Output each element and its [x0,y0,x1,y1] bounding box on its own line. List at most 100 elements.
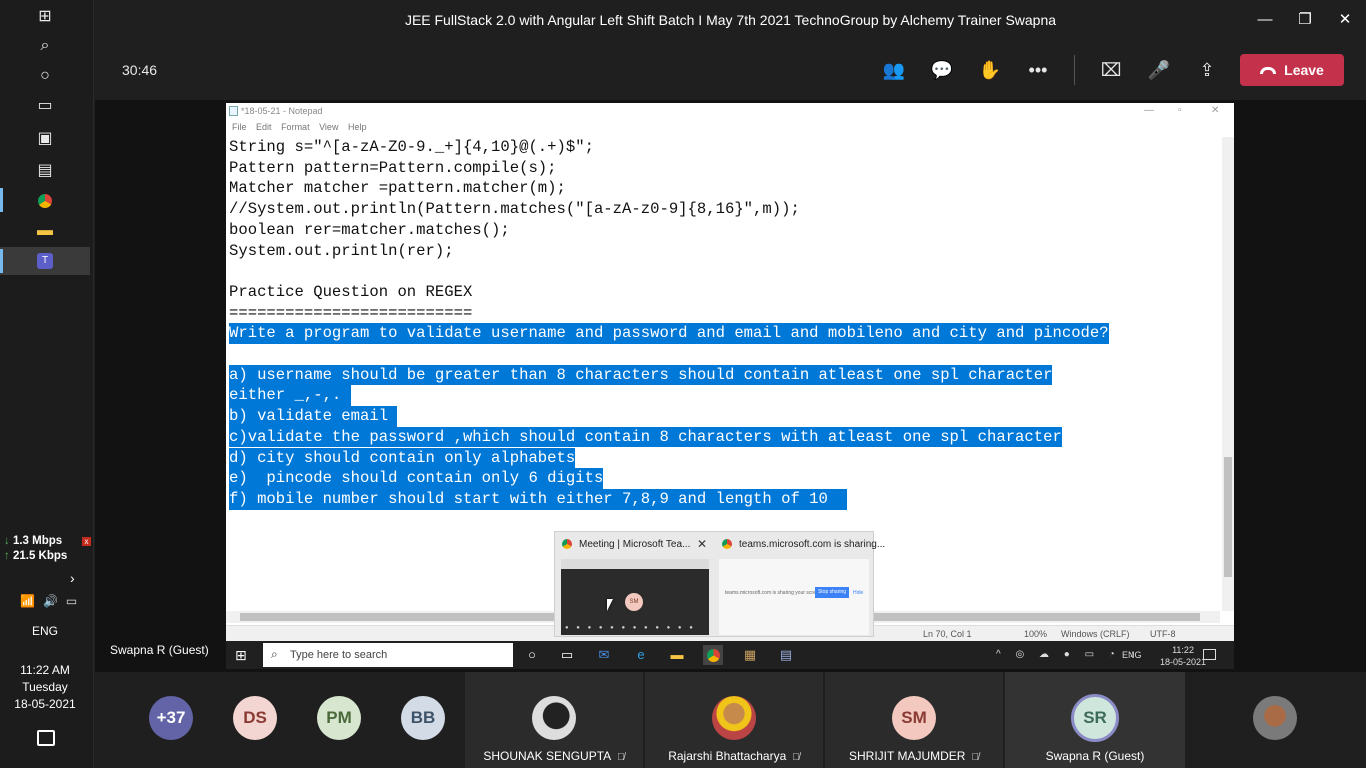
menu-format[interactable]: Format [281,122,310,132]
close-icon[interactable]: x [82,537,91,546]
notification-icon[interactable] [37,730,55,746]
name-text: SHOUNAK SENGUPTA [483,749,612,763]
close-icon[interactable]: ✕ [1211,105,1219,116]
cursor-position: Ln 70, Col 1 [923,629,972,639]
close-icon[interactable]: ✕ [1335,10,1355,30]
participant-tile[interactable]: SR Swapna R (Guest) [1005,672,1185,768]
maximize-icon[interactable]: ▫ [1178,105,1182,116]
search-icon[interactable]: ⌕ [30,33,60,59]
participant-avatar[interactable]: PM [317,696,361,740]
task-view-icon[interactable]: ▭ [30,92,60,118]
windows-start-icon[interactable]: ⊞ [30,3,60,29]
code-line: d) city should contain only alphabets [229,447,576,469]
active-indicator [0,188,3,212]
leave-button[interactable]: Leave [1240,54,1344,86]
toolbar-divider [1074,55,1075,85]
cortana-icon[interactable]: ○ [30,63,60,89]
code-line: b) validate email [229,406,398,427]
chrome-icon[interactable] [30,188,60,214]
camera-app-icon[interactable]: ▣ [30,125,60,151]
phone-hangup-icon [1260,66,1277,74]
window-title-bar: JEE FullStack 2.0 with Angular Left Shif… [95,0,1366,40]
file-explorer-icon[interactable]: ▬ [667,645,687,665]
avatar-initials: +37 [156,708,186,727]
clock-day: Tuesday [22,680,68,694]
system-clock[interactable]: 11:22 18-05-2021 [1160,644,1206,668]
camera-off-icon[interactable]: ⌧ [1098,58,1124,82]
participant-name: Rajarshi Bhattacharya 🎙̸ [645,749,823,763]
windows-start-icon[interactable]: ⊞ [235,647,247,664]
mic-off-icon: 🎙̸ [971,752,979,763]
menu-help[interactable]: Help [348,122,367,132]
sharing-text: teams.microsoft.com is sharing your scre… [725,590,823,596]
chrome-icon[interactable] [703,645,723,665]
system-tray-icons[interactable]: 📶🔊▭ [20,594,85,608]
overflow-participants-avatar[interactable]: +37 [149,696,193,740]
avatar-initials: SM [901,708,927,727]
avatar-initials: BB [410,708,436,727]
system-tray-icons[interactable]: ^ ◎ ☁ ● ▭ ◔ ♪ [996,649,1141,660]
language-indicator[interactable]: ENG [1122,650,1142,660]
code-line: String s="^[a-zA-Z0-9._+]{4,10}@(.+)$"; [229,138,594,156]
edge-icon[interactable]: e [631,645,651,665]
name-text: SHRIJIT MAJUMDER [849,749,966,763]
cortana-icon[interactable]: ○ [522,645,542,665]
participants-icon[interactable]: 👥 [881,58,907,82]
preview-thumbnail-meeting[interactable]: SM ● ● ● ● ● ● ● ● ● ● ● ● [561,559,709,635]
code-line: either _,-,. [229,385,351,407]
share-screen-icon[interactable]: ⇪ [1194,58,1220,82]
notepad-menu-bar: File Edit Format View Help [232,122,373,136]
mouse-cursor [607,599,613,611]
photos-app-icon[interactable]: ▤ [30,157,60,183]
mic-off-icon: 🎙̸ [617,752,625,763]
notepad-icon[interactable]: ▤ [776,645,796,665]
search-icon: ⌕ [271,647,278,661]
preview-window-meeting[interactable]: Meeting | Microsoft Tea... [555,532,715,556]
stop-sharing-button[interactable]: Stop sharing [815,587,849,598]
more-options-icon[interactable]: ••• [1025,58,1051,82]
participant-avatar[interactable]: DS [233,696,277,740]
participant-avatar[interactable]: BB [401,696,445,740]
preview-window-sharing[interactable]: teams.microsoft.com is sharing... [715,532,885,556]
app-icon[interactable]: ▦ [740,645,760,665]
teams-taskbar-item[interactable]: T [0,247,90,275]
raise-hand-icon[interactable]: ✋ [977,58,1003,82]
task-view-icon[interactable]: ▭ [557,645,577,665]
code-line: a) username should be greater than 8 cha… [229,364,1053,386]
search-box[interactable]: ⌕ Type here to search [263,643,513,667]
clock-time: 11:22 [1172,645,1194,655]
vertical-scrollbar[interactable] [1222,137,1234,611]
notification-icon[interactable] [1203,649,1216,660]
preview-thumbnail-sharing[interactable]: teams.microsoft.com is sharing your scre… [719,559,869,635]
clock-date: 18-05-2021 [14,697,76,711]
hide-button[interactable]: Hide [853,590,863,596]
system-clock[interactable]: 11:22 AM Tuesday 18-05-2021 [0,662,90,713]
menu-edit[interactable]: Edit [256,122,272,132]
minimize-icon[interactable]: — [1144,105,1154,116]
menu-view[interactable]: View [319,122,338,132]
mic-off-icon[interactable]: 🎤 [1146,58,1172,82]
minimize-icon[interactable]: — [1255,10,1275,30]
chrome-icon [562,539,572,549]
active-indicator [0,249,3,273]
meeting-toolbar: 30:46 👥 💬 ✋ ••• ⌧ 🎤 ⇪ Leave [95,40,1366,100]
zoom-level: 100% [1024,629,1048,639]
mail-icon[interactable]: ✉ [594,645,614,665]
line-ending: Windows (CRLF) [1061,629,1130,639]
code-line: ========================== [229,303,473,322]
participant-tile[interactable]: SM SHRIJIT MAJUMDER 🎙̸ [825,672,1003,768]
code-line: Matcher matcher =pattern.matcher(m); [229,179,566,198]
maximize-icon[interactable]: ❐ [1295,10,1315,30]
avatar-initials: SR [1083,708,1107,727]
close-icon[interactable]: ✕ [697,537,707,551]
self-avatar[interactable] [1253,696,1297,740]
participant-tile[interactable]: Rajarshi Bhattacharya 🎙̸ [645,672,823,768]
participant-tile[interactable]: SHOUNAK SENGUPTA 🎙̸ [465,672,643,768]
language-indicator[interactable]: ENG [0,624,90,638]
shared-taskbar: ⊞ ⌕ Type here to search ○ ▭ ✉ e ▬ ▦ ▤ ^ … [226,641,1234,669]
scroll-thumb[interactable] [1224,457,1232,577]
chat-icon[interactable]: 💬 [929,58,955,82]
file-explorer-icon[interactable]: ▬ [30,218,60,244]
menu-file[interactable]: File [232,122,247,132]
chevron-right-icon[interactable]: › [70,570,75,586]
